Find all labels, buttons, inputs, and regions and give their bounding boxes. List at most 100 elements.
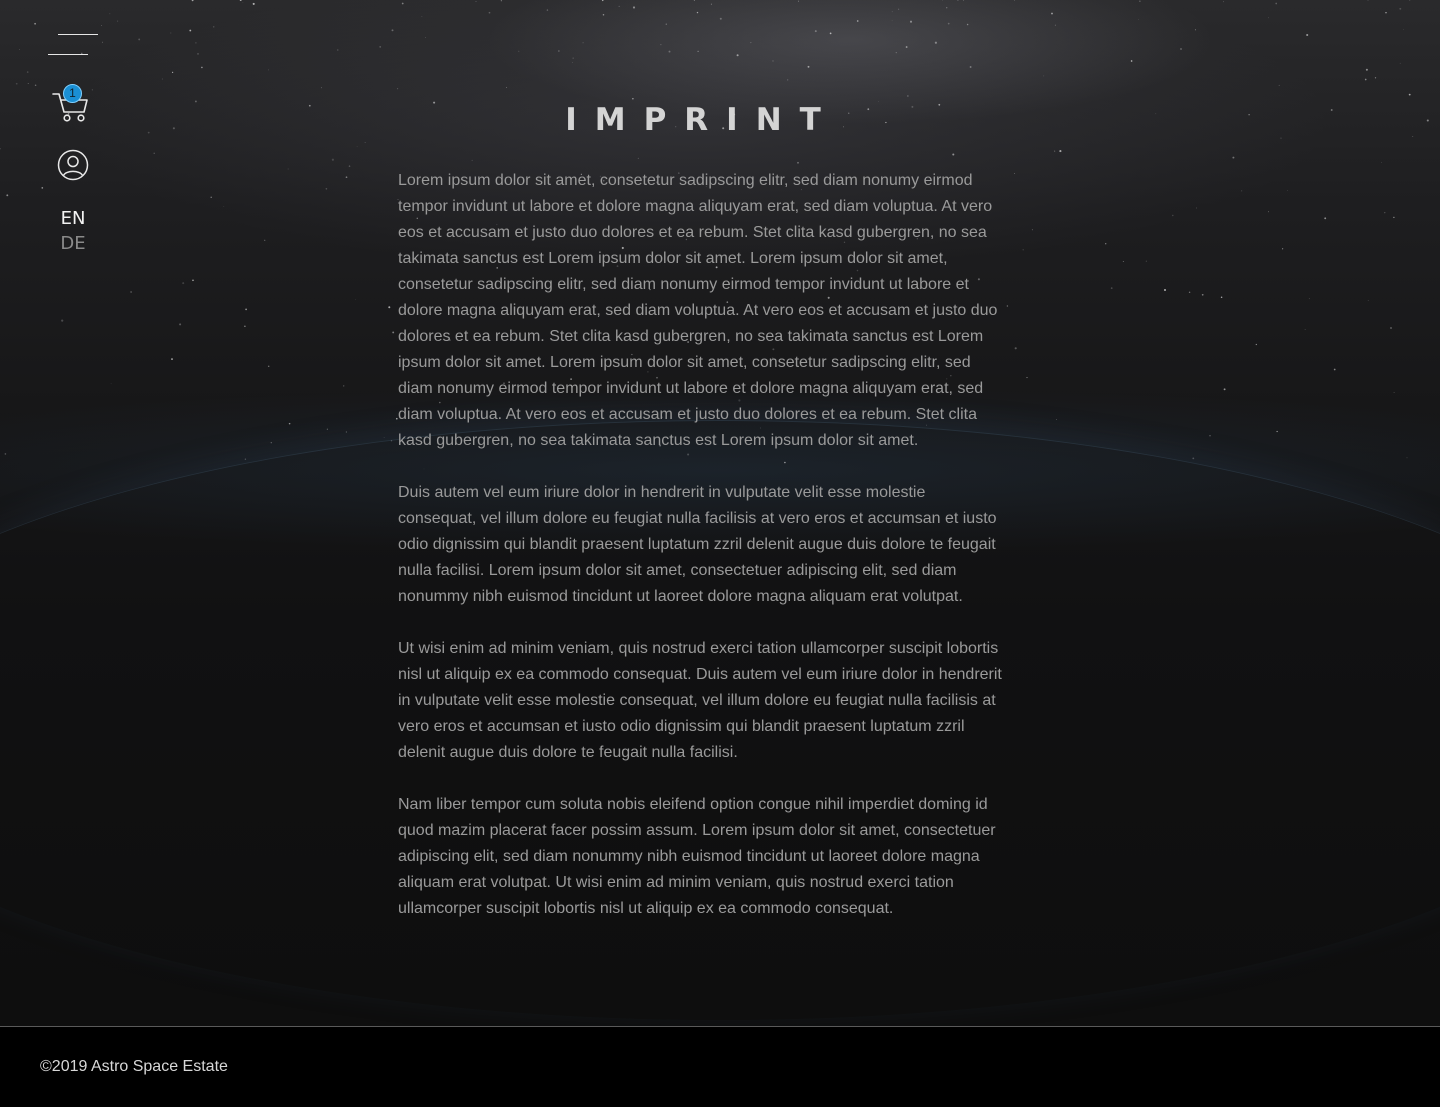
star xyxy=(425,37,426,38)
cart-button[interactable]: 1 xyxy=(52,82,92,124)
language-en[interactable]: EN xyxy=(52,208,94,229)
star xyxy=(171,358,173,361)
star xyxy=(1054,150,1056,152)
star xyxy=(383,437,385,439)
star xyxy=(1304,329,1306,330)
star xyxy=(1403,29,1404,30)
star xyxy=(1389,326,1393,330)
star xyxy=(1026,377,1028,379)
star xyxy=(969,66,972,68)
imprint-paragraph-2: Duis autem vel eum iriure dolor in hendr… xyxy=(398,484,997,605)
star xyxy=(1051,12,1053,15)
star xyxy=(1255,343,1257,346)
menu-line-top xyxy=(58,34,98,35)
star xyxy=(1365,68,1368,71)
star xyxy=(787,79,789,81)
star xyxy=(1130,60,1133,62)
star xyxy=(170,32,172,34)
star xyxy=(1412,136,1414,137)
star xyxy=(245,308,248,311)
star xyxy=(325,188,328,190)
footer: ©2019 Astro Space Estate xyxy=(0,1026,1440,1107)
star xyxy=(1139,0,1141,2)
star xyxy=(239,0,242,1)
star xyxy=(719,17,722,20)
star xyxy=(4,453,7,455)
star xyxy=(1280,137,1282,139)
star xyxy=(345,431,347,433)
star xyxy=(942,0,943,1)
star xyxy=(331,158,334,161)
star xyxy=(1196,207,1197,209)
star xyxy=(1145,260,1147,262)
menu-button[interactable] xyxy=(48,34,98,56)
star xyxy=(1406,457,1408,459)
star xyxy=(138,38,141,41)
star xyxy=(110,383,112,385)
star xyxy=(518,50,520,52)
star xyxy=(1241,190,1243,192)
star xyxy=(0,148,1,150)
star xyxy=(1408,93,1411,96)
star xyxy=(772,60,774,62)
star xyxy=(1306,33,1309,37)
star xyxy=(934,41,937,44)
star xyxy=(267,365,270,368)
star xyxy=(27,83,29,85)
star xyxy=(379,46,382,48)
star xyxy=(34,22,36,25)
star xyxy=(693,0,695,1)
star xyxy=(147,131,150,134)
star xyxy=(287,168,289,170)
star xyxy=(195,42,197,44)
star xyxy=(895,51,897,54)
star xyxy=(856,20,859,22)
star xyxy=(421,16,423,17)
star xyxy=(1324,217,1327,220)
star xyxy=(1399,7,1402,10)
star xyxy=(632,6,636,9)
star xyxy=(397,88,399,90)
star xyxy=(401,2,404,5)
imprint-paragraph-1: Lorem ipsum dolor sit amet, consetetur s… xyxy=(398,172,998,449)
star xyxy=(665,23,667,25)
star xyxy=(710,3,712,5)
star xyxy=(475,1,477,2)
star xyxy=(6,194,9,197)
account-button[interactable] xyxy=(57,149,89,181)
star xyxy=(1282,248,1284,250)
star xyxy=(1192,457,1195,460)
star xyxy=(558,50,560,52)
star xyxy=(19,49,20,50)
star xyxy=(15,82,18,85)
user-icon xyxy=(57,149,89,181)
language-de[interactable]: DE xyxy=(52,233,94,254)
star xyxy=(1056,419,1057,421)
imprint-paragraph-3: Ut wisi enim ad minim veniam, quis nostr… xyxy=(398,640,1002,761)
page-title: IMPRINT xyxy=(565,102,839,138)
star xyxy=(343,385,345,387)
star xyxy=(345,176,348,179)
star xyxy=(1248,114,1250,116)
star xyxy=(1043,75,1045,77)
star xyxy=(1364,78,1367,81)
star xyxy=(1275,2,1278,5)
star xyxy=(1110,287,1113,289)
star xyxy=(1374,77,1377,79)
star xyxy=(1381,161,1383,163)
star xyxy=(1059,150,1062,153)
star xyxy=(288,422,291,425)
star xyxy=(1367,0,1369,1)
star xyxy=(1014,0,1015,1)
star xyxy=(201,66,203,69)
star xyxy=(668,50,671,53)
star xyxy=(308,104,311,107)
star xyxy=(1172,214,1174,217)
star xyxy=(1137,19,1139,20)
star xyxy=(1393,392,1395,393)
star xyxy=(1330,109,1333,111)
star xyxy=(1426,119,1429,122)
star xyxy=(172,127,175,130)
star xyxy=(242,2,244,3)
star xyxy=(337,49,339,51)
